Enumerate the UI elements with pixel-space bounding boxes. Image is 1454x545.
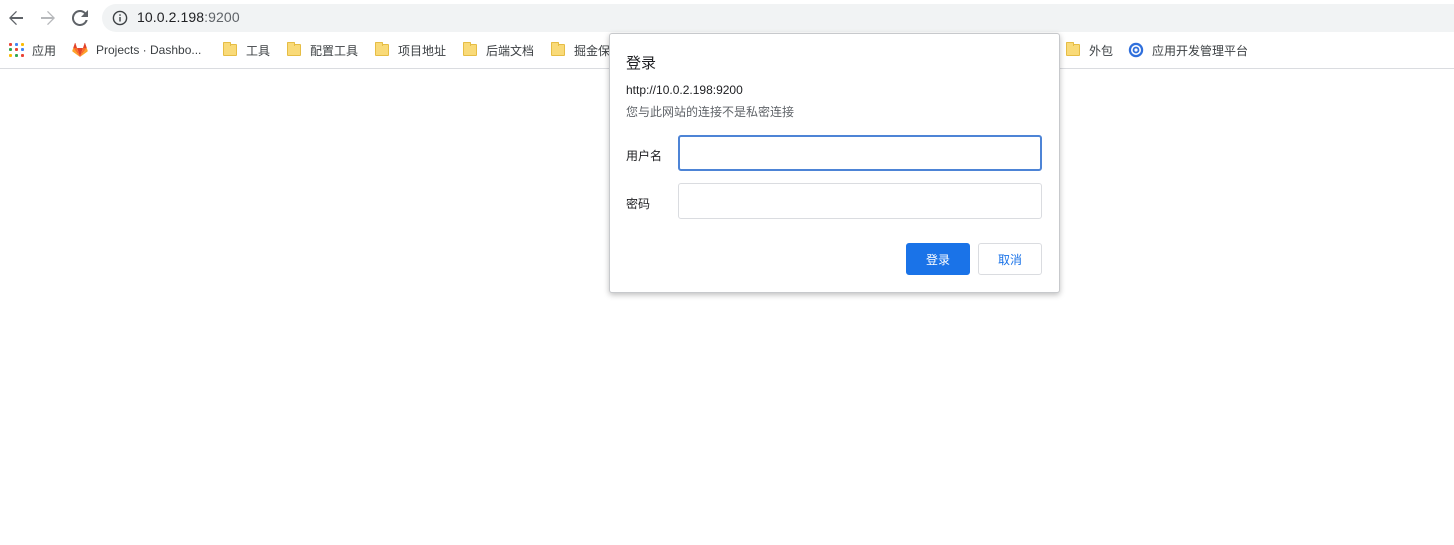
bookmark-apps[interactable]: 应用 [8, 36, 56, 64]
folder-icon [374, 42, 390, 58]
bookmark-label: 后端文档 [486, 43, 535, 58]
username-label: 用户名 [626, 149, 663, 163]
forward-button[interactable] [36, 6, 60, 30]
folder-icon [462, 42, 478, 58]
browser-toolbar: 10.0.2.198:9200 [0, 0, 1454, 36]
gitlab-icon [72, 42, 88, 58]
bookmark-projects-dashboard[interactable]: Projects · Dashbo... [72, 36, 201, 64]
dialog-warning: 您与此网站的连接不是私密连接 [626, 105, 795, 119]
bookmark-label: 应用开发管理平台 [1152, 43, 1249, 58]
back-button[interactable] [4, 6, 28, 30]
folder-icon [286, 42, 302, 58]
bookmark-folder-juejin[interactable]: 掘金保 [550, 36, 610, 64]
auth-dialog: 登录 http://10.0.2.198:9200 您与此网站的连接不是私密连接… [609, 33, 1060, 293]
folder-icon [1065, 42, 1081, 58]
password-label: 密码 [626, 197, 651, 211]
dialog-host: http://10.0.2.198:9200 [626, 83, 743, 97]
url-port: :9200 [204, 9, 240, 25]
back-arrow-icon [9, 11, 23, 25]
bookmark-folder-tools[interactable]: 工具 [222, 36, 270, 64]
target-icon [1128, 42, 1144, 58]
dialog-title: 登录 [626, 55, 657, 72]
bookmark-label: 应用 [32, 43, 57, 58]
bookmark-label: 配置工具 [310, 43, 359, 58]
bookmark-label: 工具 [246, 43, 271, 58]
folder-icon [222, 42, 238, 58]
info-icon[interactable] [112, 10, 128, 26]
apps-grid-icon [8, 42, 24, 58]
bookmark-folder-outsourcing[interactable]: 外包 [1065, 36, 1113, 64]
url-text[interactable]: 10.0.2.198:9200 [137, 9, 240, 25]
bookmark-label: 外包 [1089, 43, 1114, 58]
cancel-button[interactable]: 取消 [978, 243, 1042, 275]
reload-button[interactable] [68, 6, 92, 30]
bookmark-folder-backend-docs[interactable]: 后端文档 [462, 36, 534, 64]
url-host: 10.0.2.198 [137, 9, 205, 25]
forward-arrow-icon [41, 11, 55, 25]
username-input[interactable] [678, 135, 1042, 171]
password-input[interactable] [678, 183, 1042, 219]
bookmark-label: 掘金保 [574, 43, 611, 58]
address-bar[interactable]: 10.0.2.198:9200 [102, 4, 1454, 32]
bookmark-label: Projects · Dashbo... [96, 43, 202, 57]
bookmark-app-dev-platform[interactable]: 应用开发管理平台 [1128, 36, 1248, 64]
bookmark-folder-config-tools[interactable]: 配置工具 [286, 36, 358, 64]
bookmark-label: 项目地址 [398, 43, 447, 58]
folder-icon [550, 42, 566, 58]
reload-icon [72, 10, 88, 26]
login-button[interactable]: 登录 [906, 243, 970, 275]
bookmark-folder-project-address[interactable]: 项目地址 [374, 36, 446, 64]
